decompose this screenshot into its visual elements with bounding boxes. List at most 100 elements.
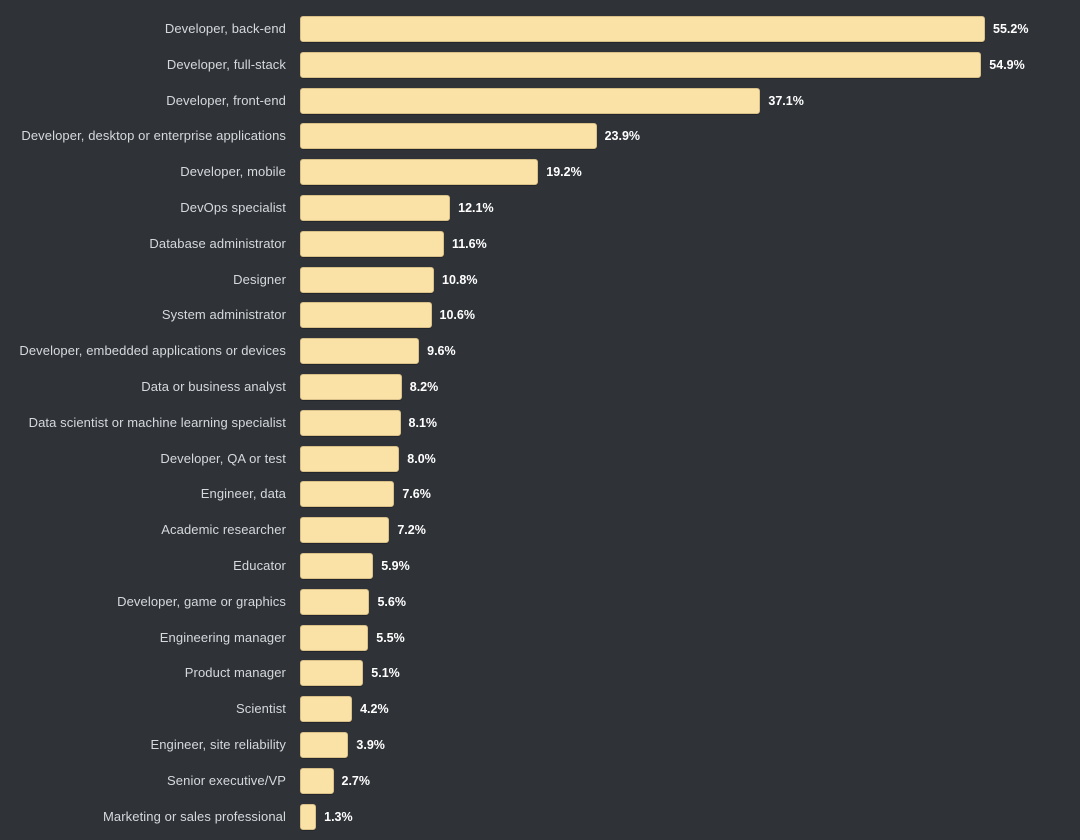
bar[interactable]	[300, 194, 451, 221]
bar-value-label: 4.2%	[360, 702, 389, 717]
bar-value-label: 55.2%	[993, 22, 1029, 36]
bar[interactable]	[300, 87, 761, 114]
category-label: Developer, QA or test	[160, 450, 286, 466]
bar[interactable]	[300, 767, 334, 794]
bar-row: Developer, full-stack 54.9%	[0, 51, 1080, 78]
bar-value-label: 7.2%	[397, 523, 426, 538]
bar-value-label: 10.8%	[442, 272, 478, 287]
bar-row: Developer, desktop or enterprise applica…	[0, 123, 1080, 150]
bar-area: 3.9%	[300, 731, 1080, 758]
bar-value-label: 37.1%	[768, 93, 804, 108]
horizontal-bar-chart: Developer, back-end 55.2% Developer, full-…	[0, 0, 1080, 840]
bar-value-label: 10.6%	[439, 308, 475, 323]
bar-area: 1.3%	[300, 803, 1080, 830]
category-label: Developer, game or graphics	[117, 593, 286, 609]
bar-area: 5.5%	[300, 624, 1080, 651]
category-label: Engineer, site reliability	[150, 736, 286, 752]
bar[interactable]	[300, 16, 986, 42]
bar-row: DevOps specialist 12.1%	[0, 194, 1080, 221]
bar-row: Scientist 4.2%	[0, 696, 1080, 723]
bar-value-label: 5.6%	[377, 594, 406, 609]
bar[interactable]	[300, 445, 400, 472]
bar[interactable]	[300, 624, 369, 651]
bar[interactable]	[300, 266, 435, 293]
bar-row: Engineer, data 7.6%	[0, 481, 1080, 508]
bar-area: 2.7%	[300, 767, 1080, 794]
category-label: Scientist	[235, 701, 286, 717]
bar-area: 55.2%	[300, 16, 1080, 42]
bar[interactable]	[300, 660, 364, 687]
bar-value-label: 9.6%	[427, 344, 456, 359]
bar-value-label: 5.9%	[381, 558, 410, 573]
bar-area: 12.1%	[300, 194, 1080, 221]
bar-value-label: 23.9%	[604, 129, 641, 144]
bar[interactable]	[300, 803, 317, 830]
bar-area: 54.9%	[300, 51, 1080, 78]
bar-value-label: 12.1%	[458, 200, 494, 215]
bar[interactable]	[300, 51, 982, 78]
bar-row: Engineering manager 5.5%	[0, 624, 1080, 651]
category-label: DevOps specialist	[180, 199, 286, 215]
bar-value-label: 5.5%	[376, 630, 405, 645]
bar[interactable]	[300, 409, 401, 436]
bar-value-label: 7.6%	[402, 487, 431, 502]
bar-value-label: 8.1%	[408, 415, 438, 430]
bar-value-label: 3.9%	[356, 737, 385, 752]
bar[interactable]	[300, 123, 597, 150]
bar[interactable]	[300, 230, 444, 257]
bar-row: Marketing or sales professional 1.3%	[0, 803, 1080, 830]
bar[interactable]	[300, 338, 420, 365]
category-label: Developer, desktop or enterprise applica…	[21, 128, 286, 144]
bar-row: Developer, embedded applications or devi…	[0, 338, 1080, 365]
bar-area: 5.6%	[300, 588, 1080, 615]
category-label: Data or business analyst	[141, 378, 286, 394]
category-label: Developer, mobile	[180, 164, 286, 180]
bar-area: 7.2%	[300, 517, 1080, 544]
bar-row: Product manager 5.1%	[0, 660, 1080, 687]
bar[interactable]	[300, 159, 539, 186]
bar-area: 8.2%	[300, 373, 1080, 400]
bar[interactable]	[300, 517, 390, 544]
bar-area: 37.1%	[300, 87, 1080, 114]
bar-area: 7.6%	[300, 481, 1080, 508]
category-label: System administrator	[161, 307, 286, 323]
bar[interactable]	[300, 552, 374, 579]
bar-area: 4.2%	[300, 696, 1080, 723]
bar-area: 9.6%	[300, 338, 1080, 365]
bar-row: Developer, mobile 19.2%	[0, 159, 1080, 186]
bar-value-label: 8.0%	[407, 451, 436, 466]
bar-row: System administrator 10.6%	[0, 302, 1080, 329]
category-label: Developer, embedded applications or devi…	[19, 343, 286, 359]
bar-area: 23.9%	[300, 123, 1080, 150]
bar-row: Database administrator 11.6%	[0, 230, 1080, 257]
bar-area: 10.8%	[300, 266, 1080, 293]
bar[interactable]	[300, 696, 353, 723]
bar-row: Developer, game or graphics 5.6%	[0, 588, 1080, 615]
bar[interactable]	[300, 588, 370, 615]
bar[interactable]	[300, 481, 395, 508]
bar-value-label: 1.3%	[324, 809, 353, 824]
bar-value-label: 2.7%	[341, 773, 371, 788]
bar[interactable]	[300, 373, 402, 400]
category-label: Database administrator	[149, 235, 286, 251]
bar[interactable]	[300, 302, 432, 329]
bar-row: Developer, QA or test 8.0%	[0, 445, 1080, 472]
category-label: Senior executive/VP	[167, 772, 286, 788]
bar-area: 8.1%	[300, 409, 1080, 436]
category-label: Engineer, data	[200, 486, 286, 502]
bar-value-label: 11.6%	[451, 236, 487, 251]
bar-value-label: 54.9%	[989, 57, 1025, 72]
bar-area: 5.9%	[300, 552, 1080, 579]
bar-area: 19.2%	[300, 159, 1080, 186]
category-label: Data scientist or machine learning speci…	[28, 414, 286, 430]
category-label: Academic researcher	[161, 522, 286, 538]
bar-area: 5.1%	[300, 660, 1080, 687]
category-label: Educator	[233, 557, 286, 573]
bar-area: 10.6%	[300, 302, 1080, 329]
category-label: Developer, full-stack	[166, 56, 286, 72]
bar-row: Educator 5.9%	[0, 552, 1080, 579]
category-label: Developer, back-end	[164, 21, 286, 36]
bar-row: Academic researcher 7.2%	[0, 517, 1080, 544]
bar-row: Senior executive/VP 2.7%	[0, 767, 1080, 794]
bar[interactable]	[300, 731, 349, 758]
